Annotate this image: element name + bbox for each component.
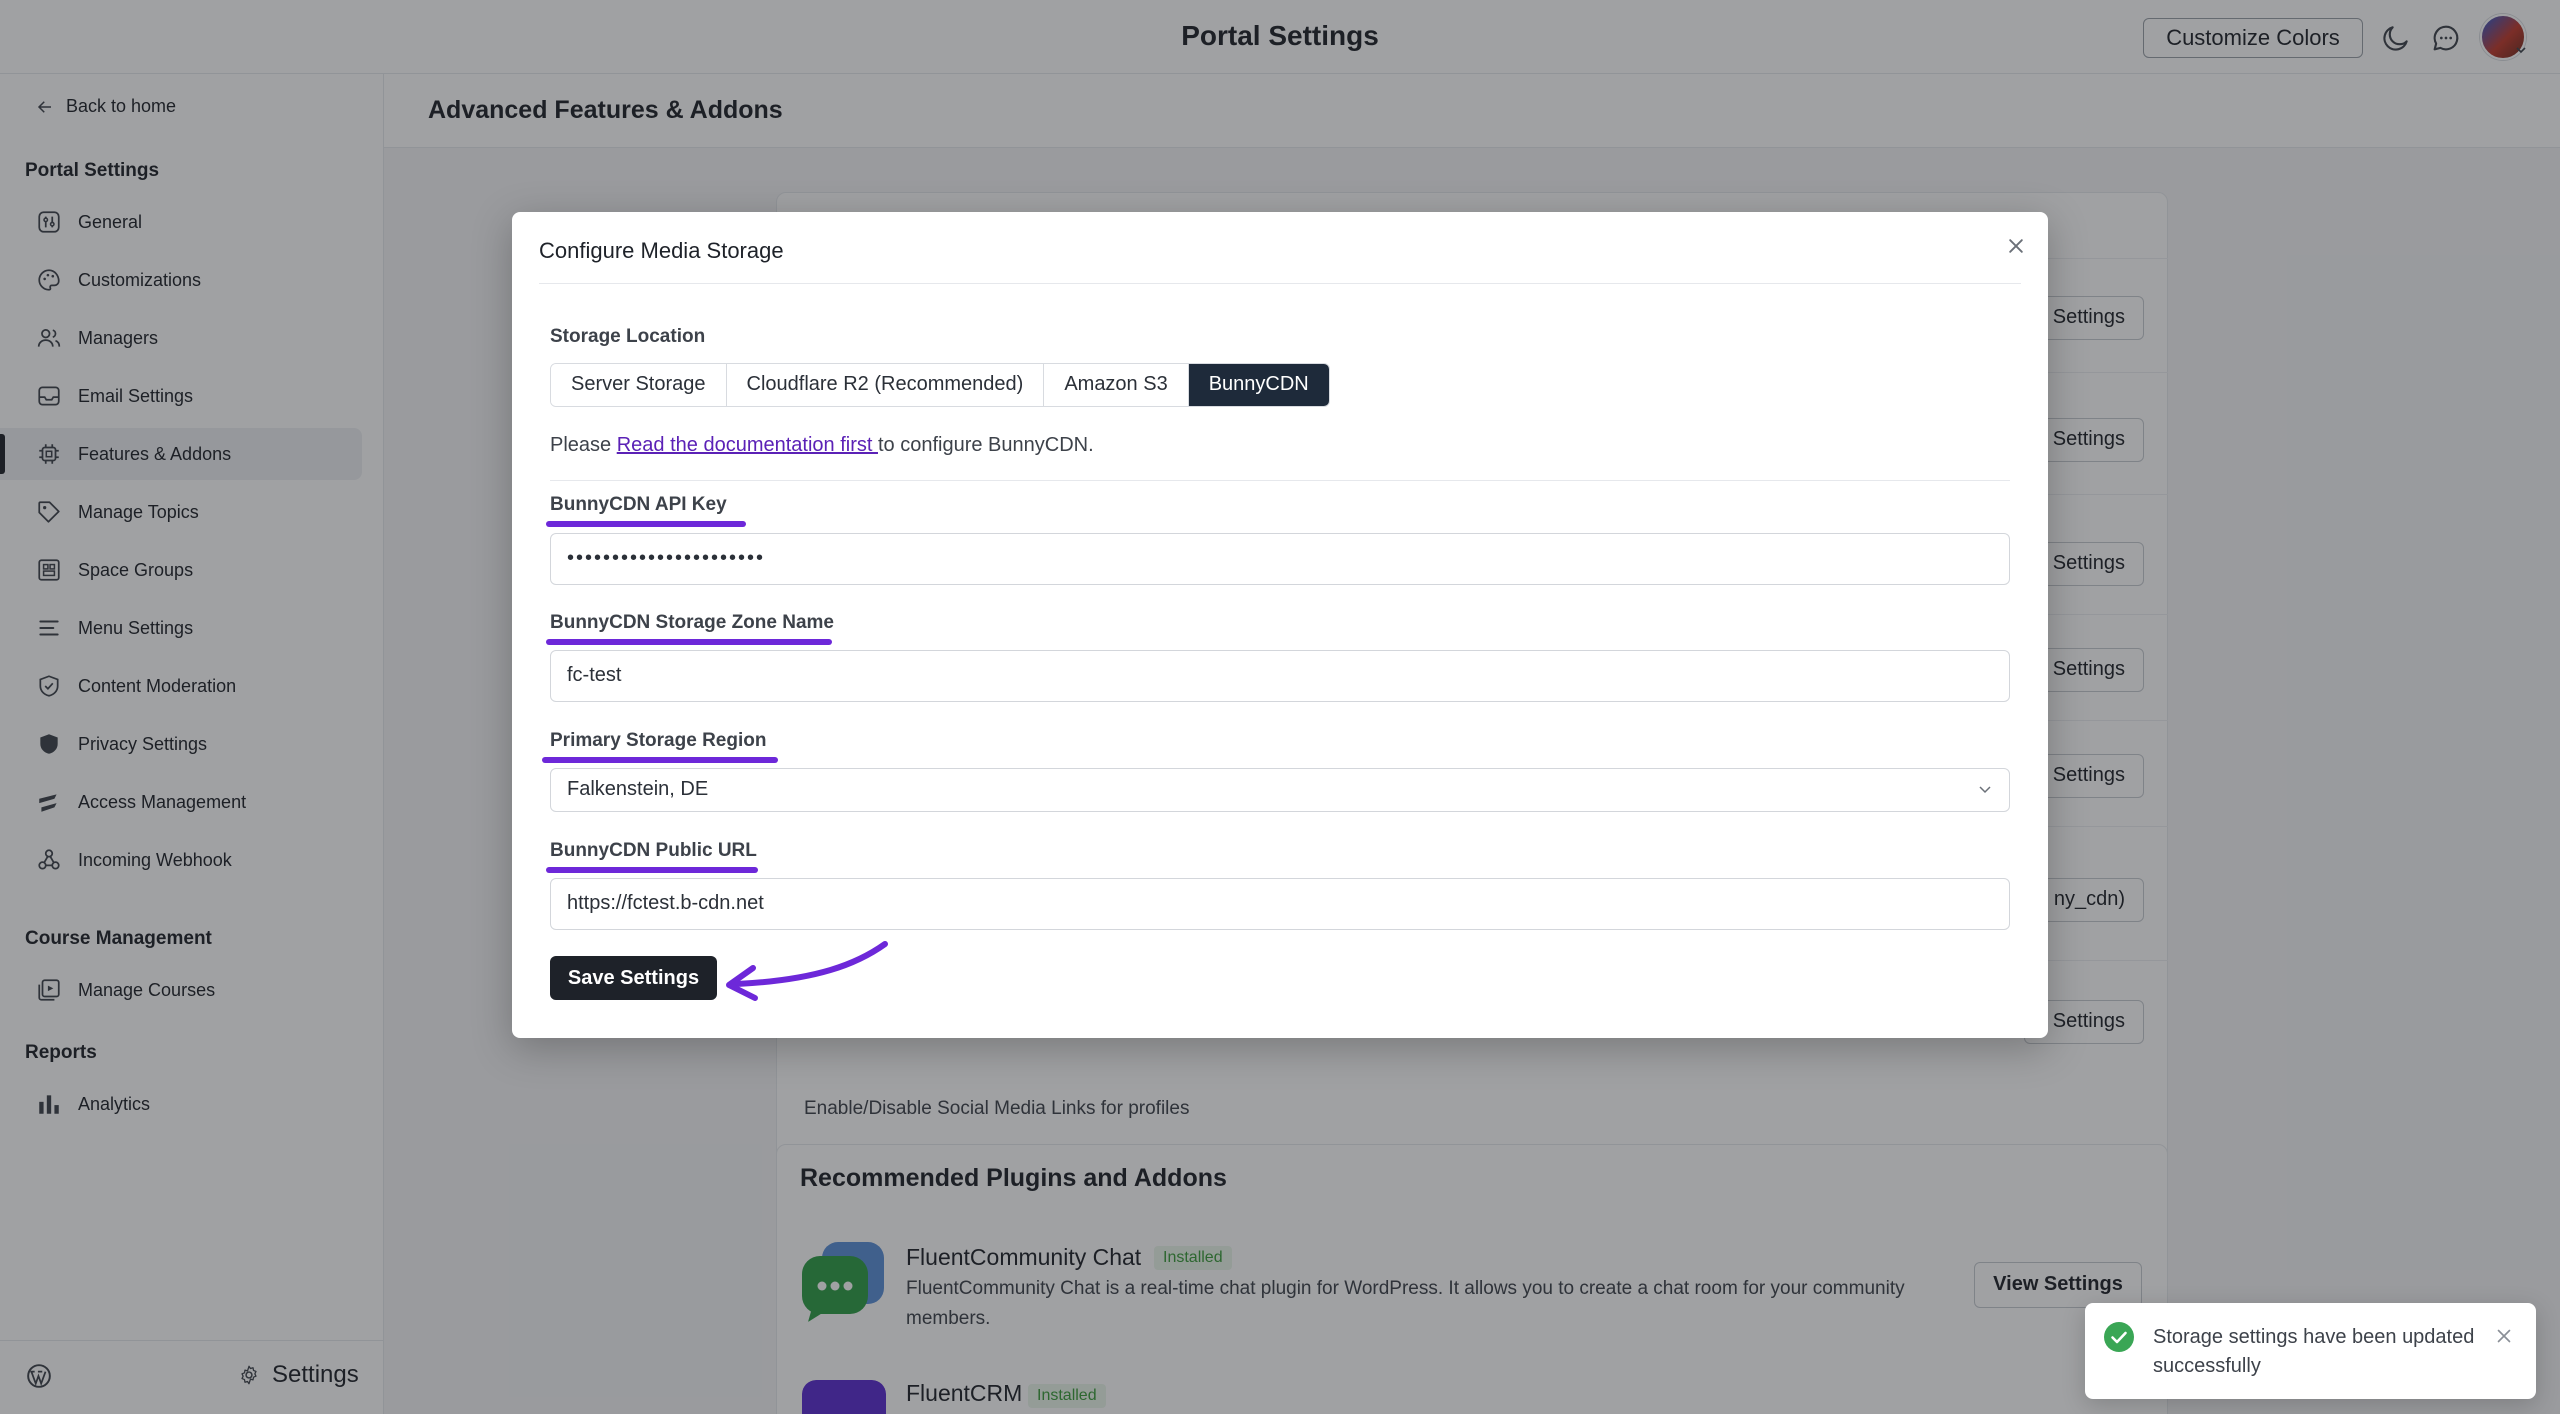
storage-location-label: Storage Location xyxy=(550,326,706,347)
highlight-underline xyxy=(546,521,746,527)
doc-suffix: to configure BunnyCDN. xyxy=(877,434,1094,456)
storage-zone-field[interactable]: fc-test xyxy=(550,650,2010,702)
save-settings-button[interactable]: Save Settings xyxy=(550,956,717,1000)
api-key-label: BunnyCDN API Key xyxy=(550,494,727,515)
option-amazon-s3[interactable]: Amazon S3 xyxy=(1044,364,1189,406)
configure-media-storage-modal: Configure Media Storage Storage Location… xyxy=(512,212,2048,1038)
documentation-link[interactable]: Read the documentation first xyxy=(617,434,878,456)
highlight-underline xyxy=(546,867,758,873)
option-cloudflare-r2[interactable]: Cloudflare R2 (Recommended) xyxy=(726,364,1045,406)
storage-region-value: Falkenstein, DE xyxy=(567,778,709,800)
public-url-label: BunnyCDN Public URL xyxy=(550,840,757,861)
option-bunnycdn[interactable]: BunnyCDN xyxy=(1188,364,1329,406)
close-icon[interactable] xyxy=(2002,232,2030,260)
toast-message: Storage settings have been updated succe… xyxy=(2153,1326,2475,1377)
highlight-underline xyxy=(542,757,778,763)
pointer-arrow-annotation xyxy=(726,941,888,1001)
close-icon[interactable] xyxy=(2493,1325,2515,1347)
storage-region-label: Primary Storage Region xyxy=(550,730,767,751)
storage-region-select[interactable]: Falkenstein, DE xyxy=(550,768,2010,812)
storage-zone-label: BunnyCDN Storage Zone Name xyxy=(550,612,834,633)
check-circle-icon xyxy=(2104,1322,2134,1352)
public-url-field[interactable]: https://fctest.b-cdn.net xyxy=(550,878,2010,930)
success-toast: Storage settings have been updated succe… xyxy=(2085,1303,2536,1399)
option-server-storage[interactable]: Server Storage xyxy=(551,364,727,406)
api-key-field[interactable]: •••••••••••••••••••••• xyxy=(550,533,2010,585)
chevron-down-icon xyxy=(1979,786,1991,794)
highlight-underline xyxy=(546,639,832,645)
modal-title: Configure Media Storage xyxy=(539,238,784,263)
documentation-note: Please Read the documentation first to c… xyxy=(550,434,1094,457)
storage-location-segmented: Server Storage Cloudflare R2 (Recommende… xyxy=(550,363,1330,407)
doc-prefix: Please xyxy=(550,434,617,456)
